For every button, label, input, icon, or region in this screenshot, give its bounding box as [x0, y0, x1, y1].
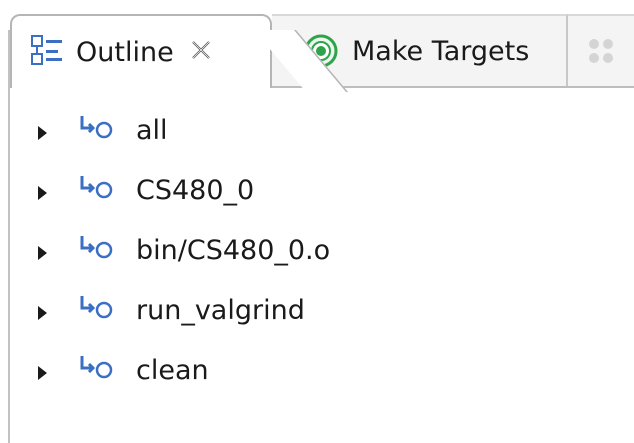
tab-third[interactable] — [568, 14, 634, 86]
tab-strip: Make Targets Outline — [0, 0, 634, 88]
expand-arrow-icon[interactable] — [38, 126, 47, 140]
outline-view-panel: Make Targets Outline all CS480_0 bin/CS4… — [0, 0, 634, 443]
tab-outline[interactable]: Outline — [10, 14, 272, 88]
make-target-icon — [80, 116, 113, 139]
make-target-icon — [80, 236, 113, 259]
expand-arrow-icon[interactable] — [38, 246, 47, 260]
tree-item-label: all — [136, 115, 168, 146]
tree-item-label: CS480_0 — [136, 175, 255, 206]
expand-arrow-icon[interactable] — [38, 366, 47, 380]
tab-outline-label: Outline — [76, 36, 174, 68]
expand-arrow-icon[interactable] — [38, 186, 47, 200]
make-target-icon — [80, 296, 113, 319]
tree-item-cs480-0[interactable]: CS480_0 — [10, 172, 630, 212]
tree-item-run-valgrind[interactable]: run_valgrind — [10, 292, 630, 332]
tree-item-clean[interactable]: clean — [10, 352, 630, 392]
make-target-icon — [80, 356, 113, 379]
make-target-icon — [80, 176, 113, 199]
close-icon[interactable] — [190, 39, 212, 66]
tree-item-label: clean — [136, 355, 209, 386]
faded-view-icon — [589, 39, 613, 63]
expand-arrow-icon[interactable] — [38, 306, 47, 320]
tree-item-bin-cs480-0-o[interactable]: bin/CS480_0.o — [10, 232, 630, 272]
close-x-icon — [191, 40, 210, 59]
tree-item-label: run_valgrind — [136, 295, 305, 326]
tree-item-label: bin/CS480_0.o — [136, 235, 331, 266]
tab-make-targets-label: Make Targets — [352, 35, 530, 67]
outline-view-icon — [31, 35, 62, 65]
tree-item-all[interactable]: all — [10, 112, 630, 152]
